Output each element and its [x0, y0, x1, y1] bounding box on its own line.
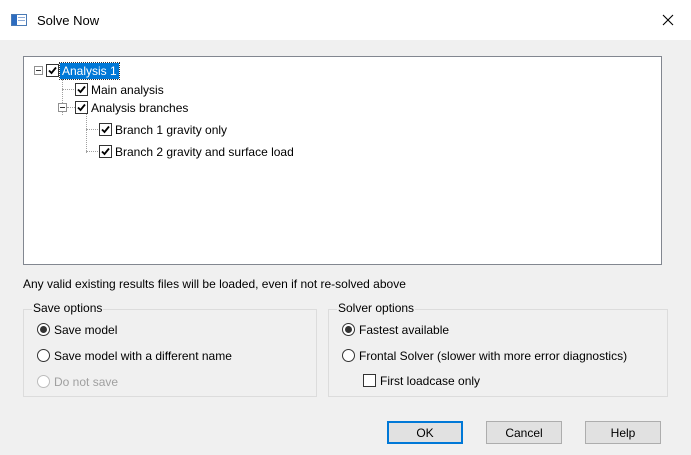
radio-label: Frontal Solver (slower with more error d…: [359, 349, 628, 363]
radio-indicator: [37, 375, 50, 388]
checkmark-icon: [101, 125, 110, 134]
radio-indicator[interactable]: [37, 349, 50, 362]
analysis-tree[interactable]: Analysis 1 Main analysis Analysis branch…: [23, 56, 662, 265]
checkmark-icon: [101, 147, 110, 156]
radio-indicator[interactable]: [37, 323, 50, 336]
ok-button[interactable]: OK: [387, 421, 463, 444]
close-button[interactable]: [645, 0, 691, 40]
tree-item-analysis-branches[interactable]: Analysis branches: [91, 100, 188, 116]
checkbox-analysis-1[interactable]: [46, 64, 59, 77]
results-note: Any valid existing results files will be…: [23, 277, 406, 291]
radio-label: Fastest available: [359, 323, 450, 337]
checkmark-icon: [48, 66, 57, 75]
collapse-root-icon[interactable]: [34, 66, 43, 75]
checkbox-indicator[interactable]: [363, 374, 376, 387]
checkbox-analysis-branches[interactable]: [75, 101, 88, 114]
cancel-button[interactable]: Cancel: [486, 421, 562, 444]
tree-item-main-analysis[interactable]: Main analysis: [91, 82, 164, 98]
tree-item-branch-2[interactable]: Branch 2 gravity and surface load: [115, 144, 294, 160]
checkbox-label: First loadcase only: [380, 374, 481, 388]
checkmark-icon: [77, 85, 86, 94]
radio-indicator[interactable]: [342, 323, 355, 336]
tree-item-analysis-1[interactable]: Analysis 1: [59, 62, 120, 80]
collapse-branches-icon[interactable]: [58, 103, 67, 112]
radio-indicator[interactable]: [342, 349, 355, 362]
close-icon: [662, 14, 674, 26]
tree-connector: [67, 107, 75, 108]
app-icon: [11, 14, 27, 26]
save-options-group: Save options Save model Save model with …: [23, 301, 317, 397]
radio-label: Save model: [54, 323, 118, 337]
title-bar: Solve Now: [0, 0, 691, 40]
solver-options-title: Solver options: [337, 301, 416, 315]
tree-connector: [86, 113, 87, 153]
tree-connector: [62, 89, 74, 90]
checkmark-icon: [77, 103, 86, 112]
solver-options-group: Solver options Fastest available Frontal…: [328, 301, 668, 397]
checkbox-branch-2[interactable]: [99, 145, 112, 158]
radio-label: Do not save: [54, 375, 119, 389]
save-options-title: Save options: [32, 301, 104, 315]
tree-connector: [86, 151, 98, 152]
tree-item-branch-1[interactable]: Branch 1 gravity only: [115, 122, 227, 138]
checkbox-branch-1[interactable]: [99, 123, 112, 136]
tree-connector: [86, 129, 98, 130]
window-title: Solve Now: [37, 13, 100, 28]
help-button[interactable]: Help: [585, 421, 661, 444]
radio-label: Save model with a different name: [54, 349, 232, 363]
checkbox-main-analysis[interactable]: [75, 83, 88, 96]
